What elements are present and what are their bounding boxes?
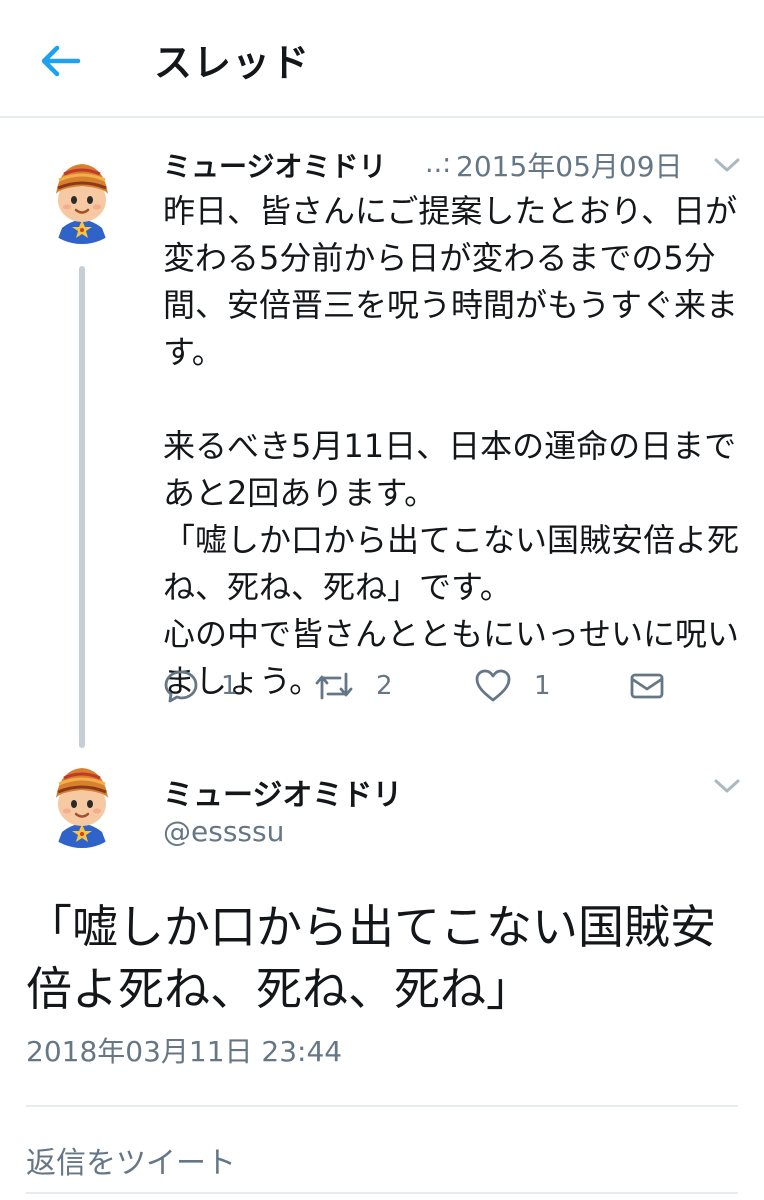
divider	[26, 1105, 738, 1107]
chevron-down-icon[interactable]	[712, 155, 742, 175]
author-name[interactable]: ミュージオミドリ	[163, 770, 402, 814]
thread-connector-line	[79, 266, 85, 748]
reply-input[interactable]: 返信をツイート	[26, 1138, 236, 1182]
author-handle[interactable]: @essssu	[163, 815, 284, 848]
retweet-button[interactable]: 2	[314, 664, 393, 708]
page-title: スレッド	[154, 41, 311, 85]
author-name[interactable]: ミュージオミドリ	[163, 145, 386, 185]
avatar[interactable]	[34, 148, 130, 244]
chevron-down-icon[interactable]	[712, 776, 742, 796]
avatar[interactable]	[34, 752, 130, 848]
like-count: 1	[534, 671, 551, 701]
retweet-count: 2	[376, 671, 393, 701]
mail-icon	[630, 673, 664, 699]
avatar-character-icon	[34, 752, 130, 848]
tweet-text: 昨日、皆さんにご提案したとおり、日が 変わる5分前から日が変わるまでの5分 間、…	[163, 192, 740, 700]
tweet-timestamp: 2018年03月11日 23:44	[26, 1035, 343, 1068]
direct-message-button[interactable]	[629, 664, 665, 708]
reply-icon	[164, 670, 198, 703]
like-button[interactable]: 1	[474, 664, 551, 708]
top-bar: スレッド	[0, 0, 764, 118]
heart-icon	[475, 669, 511, 702]
reply-count: 1	[221, 671, 238, 701]
tweet-text: 「嘘しか口から出てこない国賊安倍よ死ね、死ね、死ね」	[26, 900, 716, 1016]
truncation-ellipsis: ..:	[425, 148, 452, 179]
tweet-actions: 1 2 1	[163, 664, 723, 708]
divider	[26, 1192, 738, 1194]
retweet-icon	[315, 672, 353, 700]
avatar-character-icon	[34, 148, 130, 244]
tweet-date[interactable]: 2015年05月09日	[456, 145, 683, 185]
reply-button[interactable]: 1	[163, 664, 238, 708]
back-button[interactable]	[34, 36, 86, 86]
arrow-left-icon	[41, 45, 81, 77]
